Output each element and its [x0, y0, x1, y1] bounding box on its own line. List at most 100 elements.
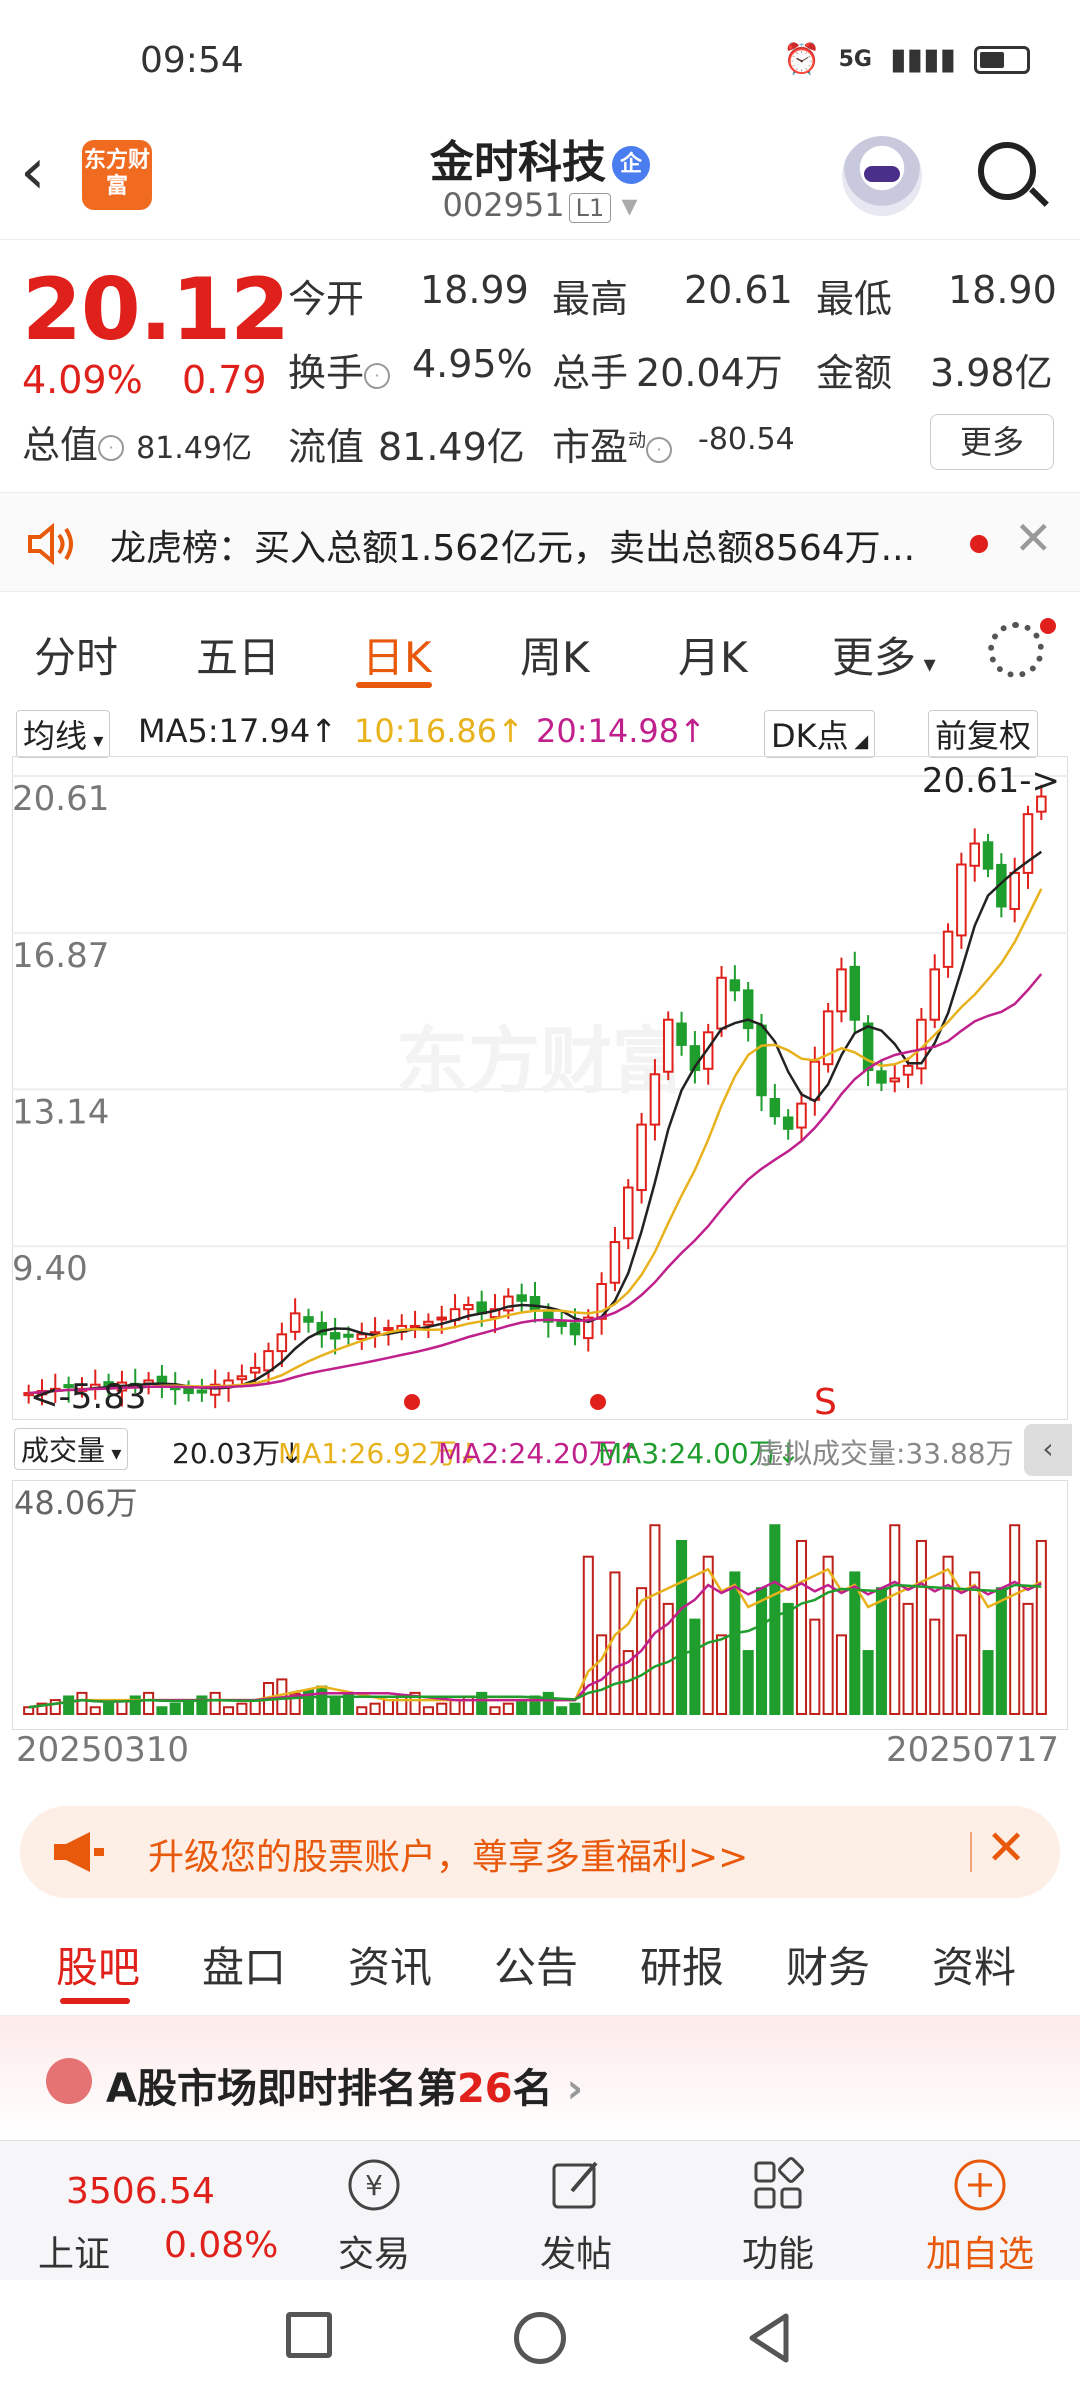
tab-weekly-k[interactable]: 周K: [520, 624, 590, 685]
megaphone-icon: [54, 1832, 104, 1872]
caret-down-icon: ▾: [916, 650, 936, 678]
nav-add-watchlist[interactable]: 加自选: [890, 2141, 1070, 2281]
volume-bar: [915, 1539, 927, 1715]
more-quote-button[interactable]: 更多: [930, 414, 1054, 470]
volume-bar: [982, 1650, 994, 1716]
nav-trade[interactable]: ¥ 交易: [284, 2141, 464, 2281]
candle-body: [1009, 871, 1020, 910]
candle-body: [969, 842, 980, 867]
volume-bar: [489, 1706, 501, 1715]
amount-value: 3.98亿: [930, 351, 1053, 395]
tab-finance[interactable]: 财务: [786, 1934, 870, 1995]
recents-icon[interactable]: [286, 2312, 332, 2358]
caret-down-icon: ▾: [87, 728, 104, 752]
level-badge: L1: [568, 193, 612, 223]
stock-name-text: 金时科技: [430, 137, 606, 188]
indicator-select-label: 均线: [23, 717, 88, 755]
pe-dynamic-mark: 动: [628, 430, 647, 452]
volume-bar: [942, 1555, 954, 1716]
back-nav-icon[interactable]: [744, 2312, 796, 2364]
market-rank-card[interactable]: A股市场即时排名第26名 ›: [0, 2016, 1080, 2136]
candle-body: [329, 1332, 341, 1340]
tab-daily-k[interactable]: 日K: [362, 624, 432, 685]
grid-icon: [754, 2157, 804, 2209]
chevron-right-icon: ›: [552, 2066, 584, 2112]
amount-label: 金额: [816, 351, 893, 395]
market-cap-value: 81.49亿: [136, 431, 252, 466]
candle-body: [196, 1389, 208, 1394]
candle-body: [356, 1333, 368, 1340]
index-quote[interactable]: 3506.54 上证 0.08%: [0, 2141, 290, 2281]
signal-dot: [404, 1394, 420, 1410]
pe-value: -80.54: [698, 422, 795, 457]
search-icon[interactable]: [978, 142, 1036, 200]
turnover-label: 换手 ·: [288, 342, 391, 397]
volume-bar: [1022, 1602, 1034, 1715]
robot-assistant-icon[interactable]: [842, 136, 922, 216]
stock-code-text: 002951: [442, 186, 565, 224]
y-tick-label: 13.14: [12, 1092, 109, 1132]
rank-suffix: 名: [512, 2066, 553, 2112]
tab-announcement[interactable]: 公告: [494, 1934, 578, 1995]
candle-body: [263, 1350, 274, 1372]
volume-bar: [356, 1706, 368, 1715]
info-icon[interactable]: ·: [646, 436, 673, 463]
open-label: 今开: [288, 277, 365, 321]
tab-intraday[interactable]: 分时: [34, 624, 118, 685]
divider: [970, 1832, 972, 1872]
candle-body: [569, 1322, 581, 1336]
volume-bar: [689, 1618, 701, 1715]
tab-research[interactable]: 研报: [640, 1934, 724, 1995]
close-icon[interactable]: ✕: [1014, 511, 1053, 565]
tab-more[interactable]: 更多 ▾: [832, 624, 936, 685]
volume-bar: [143, 1691, 155, 1715]
home-icon[interactable]: [514, 2312, 566, 2364]
end-date: 20250717: [886, 1730, 1060, 1770]
tab-profile[interactable]: 资料: [932, 1934, 1016, 1995]
longhubang-notice[interactable]: 龙虎榜：买入总额1.562亿元，卖出总额8564万... ✕: [0, 492, 1080, 592]
promo-banner[interactable]: 升级您的股票账户，尊享多重福利>> ✕: [20, 1806, 1060, 1898]
last-price: 20.12: [22, 260, 290, 360]
nav-post[interactable]: 发帖: [486, 2141, 666, 2281]
gear-icon[interactable]: [988, 622, 1044, 678]
indicator-select[interactable]: 均线 ▾: [16, 710, 111, 758]
volume-bar: [862, 1650, 874, 1716]
volume-bar: [369, 1702, 381, 1715]
rank-text: A股市场即时排名第26名 ›: [106, 2056, 583, 2114]
caret-corner-icon: ◢: [848, 731, 869, 752]
adjust-select[interactable]: 前复权: [928, 710, 1039, 758]
battery-icon: [974, 45, 1030, 74]
info-icon[interactable]: ·: [98, 434, 125, 461]
volume-bar: [995, 1587, 1007, 1715]
dk-point-label: DK点: [771, 717, 849, 755]
info-icon[interactable]: ·: [364, 362, 391, 389]
volume-chart[interactable]: 48.06万: [12, 1480, 1068, 1730]
volume-bar: [449, 1699, 461, 1715]
dk-point-select[interactable]: DK点 ◢: [764, 710, 876, 758]
speaker-icon: [28, 522, 73, 566]
collapse-panel-icon[interactable]: ‹: [1024, 1424, 1072, 1476]
volume-bar: [382, 1699, 394, 1715]
volume-label: 总手: [552, 351, 629, 395]
volume-select[interactable]: 成交量 ▾: [14, 1428, 129, 1470]
tab-five-day[interactable]: 五日: [196, 624, 280, 685]
kline-chart[interactable]: 东方财富 20.61 16.87 13.14 9.40 20.61-> <-5.83 S: [12, 756, 1068, 1420]
volume-bar: [329, 1695, 341, 1715]
candle-body: [343, 1333, 354, 1338]
tab-guba[interactable]: 股吧: [56, 1934, 140, 1995]
rank-number: 26: [456, 2066, 513, 2112]
candle-body: [956, 863, 967, 937]
tab-news[interactable]: 资讯: [348, 1934, 432, 1995]
volume-bar: [889, 1524, 901, 1715]
ma20-value: 20:14.98↑: [536, 712, 706, 750]
candle-body: [249, 1366, 261, 1374]
volume-bar: [716, 1634, 728, 1715]
tab-pankou[interactable]: 盘口: [202, 1934, 286, 1995]
nav-functions[interactable]: 功能: [688, 2141, 868, 2281]
signal-dot: [590, 1394, 606, 1410]
sell-signal: S: [814, 1382, 837, 1420]
volume-bar: [223, 1706, 235, 1715]
volume-bar: [742, 1650, 754, 1716]
tab-monthly-k[interactable]: 月K: [678, 624, 748, 685]
close-icon[interactable]: ✕: [986, 1820, 1026, 1876]
